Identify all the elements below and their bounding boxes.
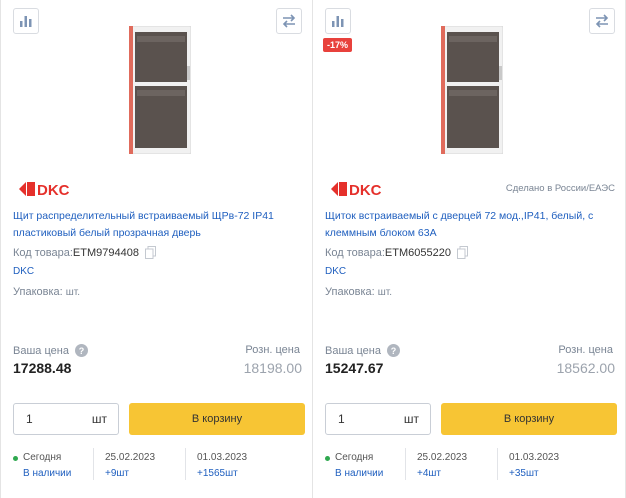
your-price: 17288.48: [13, 360, 72, 376]
divider: [185, 448, 186, 480]
stock-qty: +1565шт: [197, 468, 238, 479]
brand-logo: DKC: [331, 182, 382, 198]
bar-chart-icon: [332, 16, 344, 27]
stock-today: Сегодня В наличии: [13, 450, 71, 482]
quantity-input[interactable]: 1 шт: [13, 403, 119, 435]
question-icon[interactable]: ?: [74, 344, 88, 357]
discount-badge: -17%: [323, 38, 353, 52]
product-image[interactable]: [441, 26, 503, 154]
stock-date: 01.03.2023: [509, 452, 560, 463]
divider: [405, 448, 406, 480]
product-title-line[interactable]: Щиток встраиваемый с дверцей 72 мод.,IP4…: [325, 208, 615, 225]
copy-icon[interactable]: [144, 246, 156, 259]
stock-qty: +9шт: [105, 468, 130, 479]
product-title[interactable]: Щит распределительный встраиваемый ЩРв-7…: [13, 208, 303, 242]
stock-qty: +4шт: [417, 468, 442, 479]
retail-price: 18562.00: [556, 360, 615, 376]
code-label: Код товара:: [13, 246, 73, 259]
stock-delivery: 25.02.2023 +4шт: [417, 450, 467, 482]
product-card: DKC Щит распределительный встраиваемый Щ…: [0, 0, 313, 498]
stock-delivery: 01.03.2023 +35шт: [509, 450, 559, 482]
product-code-row: Код товара: ETM9794408: [13, 246, 156, 259]
compare-arrows-icon: [282, 14, 296, 28]
manufacturer-link[interactable]: DKC: [325, 266, 346, 277]
code-value: ETM9794408: [72, 246, 139, 259]
packaging: Упаковка: шт.: [13, 286, 80, 298]
stock-date: 25.02.2023: [417, 452, 468, 463]
stock-delivery: 01.03.2023 +1565шт: [197, 450, 247, 482]
quantity-value[interactable]: 1: [26, 412, 33, 426]
stock-delivery: 25.02.2023 +9шт: [105, 450, 155, 482]
product-code-row: Код товара: ETM6055220: [325, 246, 468, 259]
price-label-text: Ваша цена: [325, 344, 381, 357]
pack-label: Упаковка:: [13, 286, 63, 298]
compare-button[interactable]: [589, 8, 615, 34]
compare-arrows-icon: [595, 14, 609, 28]
quantity-input[interactable]: 1 шт: [325, 403, 431, 435]
product-title-line[interactable]: Щит распределительный встраиваемый ЩРв-7…: [13, 208, 303, 225]
stock-date: Сегодня: [23, 452, 62, 463]
retail-price-label: Розн. цена: [558, 344, 613, 356]
retail-price: 18198.00: [243, 360, 302, 376]
copy-icon[interactable]: [456, 246, 468, 259]
retail-price-label: Розн. цена: [245, 344, 300, 356]
bar-chart-icon: [20, 16, 32, 27]
pack-value: шт.: [65, 287, 81, 298]
pack-label: Упаковка:: [325, 286, 375, 298]
stock-today: Сегодня В наличии: [325, 450, 383, 482]
add-to-chart-button[interactable]: [13, 8, 39, 34]
add-to-cart-button[interactable]: В корзину: [129, 403, 305, 435]
add-to-cart-button[interactable]: В корзину: [441, 403, 617, 435]
your-price-label: Ваша цена ?: [13, 344, 88, 357]
country-of-origin: Сделано в России/ЕАЭС: [505, 183, 615, 194]
brand-logo: DKC: [19, 182, 70, 198]
product-image[interactable]: [129, 26, 191, 154]
quantity-value[interactable]: 1: [338, 412, 345, 426]
svg-text:DKC: DKC: [349, 182, 382, 198]
code-value: ETM6055220: [384, 246, 451, 259]
quantity-unit: шт: [403, 412, 419, 426]
product-title[interactable]: Щиток встраиваемый с дверцей 72 мод.,IP4…: [325, 208, 615, 242]
product-title-line[interactable]: клеммным блоком 63А: [325, 225, 615, 242]
your-price: 15247.67: [325, 360, 384, 376]
stock-date: 25.02.2023: [105, 452, 156, 463]
stock-qty: +35шт: [509, 468, 539, 479]
in-stock-dot-icon: [325, 456, 330, 461]
product-card: -17% DKC Сделано в России/ЕАЭС Щиток вст…: [313, 0, 626, 498]
stock-status: В наличии: [23, 468, 72, 479]
add-to-chart-button[interactable]: [325, 8, 351, 34]
svg-text:DKC: DKC: [37, 182, 70, 198]
quantity-unit: шт: [91, 412, 107, 426]
stock-date: 01.03.2023: [197, 452, 248, 463]
in-stock-dot-icon: [13, 456, 18, 461]
packaging: Упаковка: шт.: [325, 286, 392, 298]
product-title-line[interactable]: пластиковый белый прозрачная дверь: [13, 225, 303, 242]
divider: [497, 448, 498, 480]
stock-status: В наличии: [335, 468, 384, 479]
price-label-text: Ваша цена: [13, 344, 69, 357]
manufacturer-link[interactable]: DKC: [13, 266, 34, 277]
code-label: Код товара:: [325, 246, 385, 259]
divider: [93, 448, 94, 480]
compare-button[interactable]: [276, 8, 302, 34]
question-icon[interactable]: ?: [386, 344, 400, 357]
stock-date: Сегодня: [335, 452, 374, 463]
your-price-label: Ваша цена ?: [325, 344, 400, 357]
pack-value: шт.: [377, 287, 393, 298]
